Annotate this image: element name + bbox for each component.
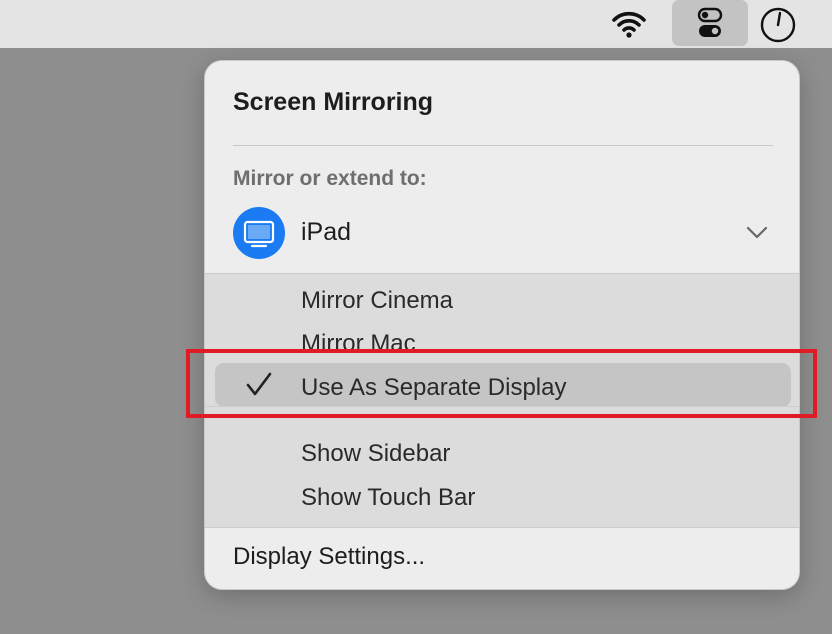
option-show-sidebar[interactable]: Show Sidebar [301, 440, 450, 468]
highlight-annotation [186, 349, 817, 418]
display-icon [233, 207, 285, 259]
panel-title: Screen Mirroring [233, 88, 434, 116]
screen-mirroring-panel: Screen Mirroring Mirror or extend to: iP… [204, 60, 800, 590]
menu-bar [0, 0, 832, 48]
divider [233, 145, 773, 146]
wifi-icon[interactable] [608, 8, 650, 40]
device-row-ipad[interactable]: iPad [205, 205, 799, 261]
control-center-icon [697, 7, 723, 37]
option-show-touch-bar[interactable]: Show Touch Bar [301, 484, 475, 512]
control-center-button[interactable] [672, 0, 748, 46]
section-label: Mirror or extend to: [233, 167, 427, 190]
chevron-down-icon[interactable] [743, 221, 771, 243]
option-mirror-cinema[interactable]: Mirror Cinema [301, 287, 453, 315]
device-name: iPad [301, 218, 352, 246]
display-settings-button[interactable]: Display Settings... [233, 543, 425, 571]
clock-icon[interactable] [756, 4, 800, 44]
